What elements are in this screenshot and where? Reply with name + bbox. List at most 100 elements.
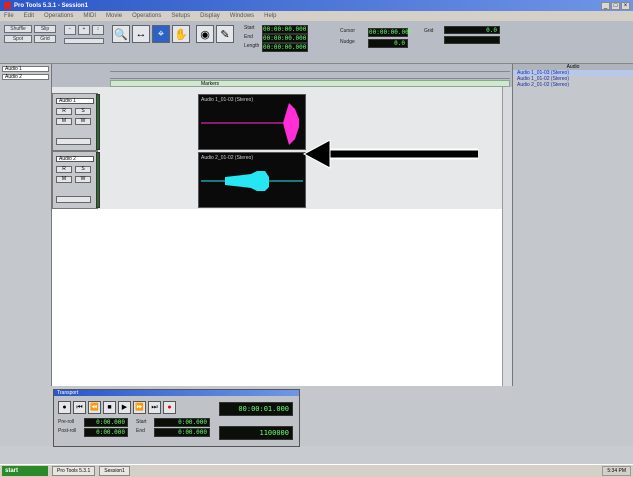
waveform bbox=[201, 103, 299, 145]
grid-counter[interactable]: 0.0 bbox=[444, 26, 500, 34]
trimmer-tool-icon[interactable]: ↔ bbox=[132, 25, 150, 43]
selector-tool-icon[interactable]: ⌖ bbox=[152, 25, 170, 43]
empty-track-area[interactable] bbox=[52, 209, 512, 386]
start-label: Start bbox=[136, 419, 147, 425]
taskbar-item-session[interactable]: Session1 bbox=[99, 466, 130, 476]
go-to-end-icon[interactable]: ⏭ bbox=[148, 401, 161, 414]
fast-forward-icon[interactable]: ⏩ bbox=[133, 401, 146, 414]
main-counter[interactable]: 00:00:01.000 bbox=[219, 402, 293, 416]
postroll-label: Post-roll bbox=[58, 428, 77, 434]
menu-file[interactable]: File bbox=[4, 13, 14, 19]
close-icon[interactable]: × bbox=[621, 1, 630, 10]
menu-windows[interactable]: Windows bbox=[230, 13, 254, 19]
window-title: Pro Tools 5.3.1 - Session1 bbox=[14, 2, 88, 9]
maximize-icon[interactable]: □ bbox=[611, 1, 620, 10]
sub-counter[interactable]: 1100000 bbox=[219, 426, 293, 440]
menu-edit[interactable]: Edit bbox=[24, 13, 34, 19]
minimize-icon[interactable]: _ bbox=[601, 1, 610, 10]
edit-mode-grid[interactable]: Grid bbox=[34, 35, 56, 43]
zoom-presets[interactable] bbox=[64, 38, 104, 44]
menu-movie[interactable]: Movie bbox=[106, 13, 122, 19]
length-counter[interactable]: 00:00:00.000 bbox=[262, 43, 308, 52]
menu-midi[interactable]: MIDI bbox=[83, 13, 96, 19]
arrow-annotation-icon bbox=[302, 140, 478, 169]
track-view-selector[interactable] bbox=[56, 196, 91, 203]
region-list-item[interactable]: Audio 2_01-02 (Stereo) bbox=[513, 82, 633, 88]
zoom-out-button[interactable]: − bbox=[64, 25, 76, 35]
return-to-zero-icon[interactable]: ⏮ bbox=[73, 401, 86, 414]
end-counter[interactable]: 00:00:00.000 bbox=[262, 34, 308, 43]
transport-title: Transport bbox=[54, 390, 299, 396]
marker-ruler[interactable]: Markers bbox=[110, 80, 510, 87]
solo-button[interactable]: S bbox=[75, 108, 91, 115]
scrubber-tool-icon[interactable]: ◉ bbox=[196, 25, 214, 43]
online-button[interactable]: ● bbox=[58, 401, 71, 414]
audio-region-2[interactable]: Audio 2_01-02 (Stereo) bbox=[198, 152, 306, 208]
play-icon[interactable]: ▶ bbox=[118, 401, 131, 414]
grid-value bbox=[444, 36, 500, 44]
ruler-min-sec[interactable] bbox=[110, 73, 510, 79]
mute-button[interactable]: M bbox=[56, 118, 72, 125]
label-length: Length bbox=[244, 43, 260, 49]
track-name-field[interactable]: Audio 2 bbox=[56, 156, 94, 162]
track-view-button[interactable]: W bbox=[75, 176, 91, 183]
label-cursor: Cursor bbox=[340, 28, 356, 34]
edit-mode-spot[interactable]: Spot bbox=[4, 35, 32, 43]
end-counter[interactable]: 0:00.000 bbox=[154, 428, 210, 437]
menu-setups[interactable]: Setups bbox=[171, 13, 190, 19]
pencil-tool-icon[interactable]: ✎ bbox=[216, 25, 234, 43]
preroll-label: Pre-roll bbox=[58, 419, 75, 425]
cursor-counter: 00:00:00.000 bbox=[368, 28, 413, 37]
mute-button[interactable]: M bbox=[56, 176, 72, 183]
timeline-ruler[interactable]: Markers bbox=[52, 64, 512, 87]
regions-list-panel: Audio Audio 1_01-03 (Stereo) Audio 1_01-… bbox=[512, 64, 633, 386]
edit-mode-shuffle[interactable]: Shuffle bbox=[4, 25, 32, 33]
windows-taskbar: start Pro Tools 5.3.1 Session1 5:34 PM bbox=[0, 464, 633, 477]
ruler-bars-beats[interactable] bbox=[110, 66, 510, 72]
menu-operations-2[interactable]: Operations bbox=[132, 13, 161, 19]
menu-operations[interactable]: Operations bbox=[44, 13, 73, 19]
start-button[interactable]: start bbox=[2, 466, 48, 476]
title-bar: Pro Tools 5.3.1 - Session1 _ □ × bbox=[0, 0, 633, 11]
label-start: Start bbox=[244, 25, 255, 31]
track-meter bbox=[96, 152, 100, 208]
track-view-button[interactable]: W bbox=[75, 118, 91, 125]
menu-help[interactable]: Help bbox=[264, 13, 276, 19]
record-icon[interactable]: ● bbox=[163, 401, 176, 414]
track-name-field[interactable]: Audio 1 bbox=[56, 98, 94, 104]
label-nudge: Nudge bbox=[340, 39, 355, 45]
tracks-list-panel: Audio 1 Audio 2 bbox=[0, 64, 52, 386]
edit-mode-slip[interactable]: Slip bbox=[34, 25, 56, 33]
label-grid: Grid bbox=[424, 28, 434, 34]
label-end: End bbox=[244, 34, 253, 40]
track-view-selector[interactable] bbox=[56, 138, 91, 145]
menu-display[interactable]: Display bbox=[200, 13, 220, 19]
track-header-audio-2: Audio 2 R S M W bbox=[52, 151, 98, 209]
track-list-item[interactable]: Audio 1 bbox=[2, 66, 49, 72]
nudge-counter[interactable]: 0.0 bbox=[368, 39, 408, 48]
window-controls: _ □ × bbox=[601, 1, 633, 10]
track-list-item[interactable]: Audio 2 bbox=[2, 74, 49, 80]
stop-icon[interactable]: ■ bbox=[103, 401, 116, 414]
start-counter[interactable]: 00:00:00.000 bbox=[262, 25, 308, 34]
system-clock: 5:34 PM bbox=[602, 466, 631, 476]
menu-bar: File Edit Operations MIDI Movie Operatio… bbox=[0, 11, 633, 21]
zoom-vertical-button[interactable]: ↕ bbox=[92, 25, 104, 35]
solo-button[interactable]: S bbox=[75, 166, 91, 173]
app-icon bbox=[4, 2, 11, 9]
audio-region-1[interactable]: Audio 1_01-03 (Stereo) bbox=[198, 94, 306, 150]
zoom-in-button[interactable]: + bbox=[78, 25, 90, 35]
preroll-counter[interactable]: 0:00.000 bbox=[84, 418, 128, 427]
edit-toolbar: Shuffle Slip Spot Grid − + ↕ 🔍 ↔ ⌖ ✋ ◉ ✎… bbox=[0, 21, 633, 64]
rewind-icon[interactable]: ⏪ bbox=[88, 401, 101, 414]
waveform bbox=[201, 171, 303, 191]
end-label: End bbox=[136, 428, 145, 434]
postroll-counter[interactable]: 0:00.000 bbox=[84, 428, 128, 437]
record-enable-button[interactable]: R bbox=[56, 166, 72, 173]
taskbar-item-protools[interactable]: Pro Tools 5.3.1 bbox=[52, 466, 96, 476]
grabber-tool-icon[interactable]: ✋ bbox=[172, 25, 190, 43]
zoomer-tool-icon[interactable]: 🔍 bbox=[112, 25, 130, 43]
record-enable-button[interactable]: R bbox=[56, 108, 72, 115]
vertical-scrollbar[interactable] bbox=[502, 87, 512, 386]
start-counter[interactable]: 0:00.000 bbox=[154, 418, 210, 427]
